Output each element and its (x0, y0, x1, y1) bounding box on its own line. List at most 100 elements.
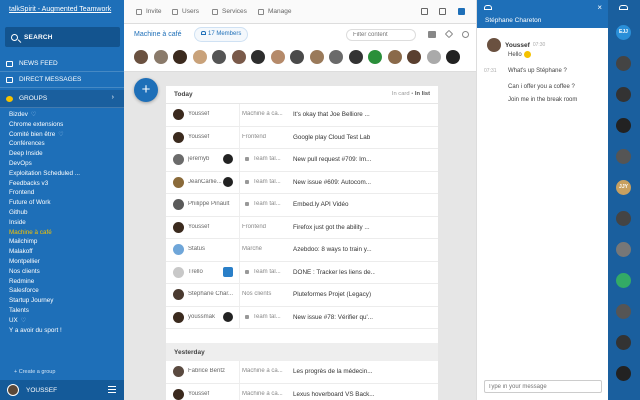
flag-icon[interactable] (458, 8, 465, 15)
member-avatar[interactable] (270, 50, 285, 64)
people-icon[interactable] (619, 5, 628, 10)
feed-row[interactable]: Youssef Frontend Firefox just got the abil… (166, 216, 438, 239)
member-avatar[interactable] (173, 50, 187, 64)
search-button[interactable]: SEARCH (5, 27, 120, 47)
view-switch[interactable]: In card • In list (392, 91, 430, 97)
feed-row[interactable]: Fabrice Bentz Machine à ca... Les progrès … (166, 361, 438, 384)
tag-icon[interactable] (444, 29, 454, 39)
feed-row[interactable]: Philippe Pinault Team tal... Embed.ly API … (166, 194, 438, 217)
group-item[interactable]: UX ♡ (0, 316, 124, 326)
feed-row[interactable]: Youssef Machine à ca... Lexus hoverboard V… (166, 383, 438, 400)
app-title[interactable]: talkSpirit - Augmented Teamwork (9, 6, 111, 13)
member-avatar[interactable] (407, 50, 421, 64)
contact-avatar[interactable] (616, 366, 631, 381)
create-group-link[interactable]: + Create a group (14, 369, 55, 375)
member-avatar[interactable] (192, 50, 207, 64)
feed-row[interactable]: JeanCarlie... Team tal... New issue #609: … (166, 171, 438, 194)
group-item[interactable]: Machine à café (0, 228, 124, 238)
feed-row[interactable]: Status Marché Azebdoo: 8 ways to train y..… (166, 239, 438, 262)
group-item[interactable]: Frontend (0, 188, 124, 198)
chat-contact-name: Stéphane Chareton (485, 17, 542, 24)
view-card-option[interactable]: In card (392, 91, 410, 97)
folder-icon[interactable] (428, 31, 436, 38)
member-avatar[interactable] (387, 50, 402, 64)
nav-direct-messages[interactable]: DIRECT MESSAGES (0, 72, 124, 88)
nav-news-feed[interactable]: NEWS FEED (0, 56, 124, 72)
lock-icon (245, 269, 249, 274)
group-item-label: Inside (9, 218, 26, 226)
feed-row[interactable]: youssmak Team tal... New issue #78: Vérifi… (166, 306, 438, 329)
heart-icon: ♡ (58, 131, 64, 138)
member-avatar[interactable] (134, 50, 148, 64)
current-user[interactable]: YOUSSEF (0, 380, 124, 400)
settings-sliders-icon[interactable] (108, 386, 116, 393)
member-avatar[interactable] (329, 50, 343, 64)
member-avatar[interactable] (231, 50, 246, 64)
group-item[interactable]: Nos clients (0, 267, 124, 277)
feed-row[interactable]: Trello Team tal... DONE : Tracker les lien… (166, 261, 438, 284)
members-button[interactable]: 17 Members (194, 27, 249, 42)
member-avatar[interactable] (348, 50, 363, 64)
member-avatar[interactable] (426, 50, 441, 64)
group-item[interactable]: Future of Work (0, 198, 124, 208)
contact-avatar[interactable]: JJY (616, 180, 631, 195)
member-avatar[interactable] (368, 50, 382, 64)
contact-avatar[interactable] (616, 56, 631, 71)
contact-avatar[interactable] (616, 149, 631, 164)
contact-avatar[interactable] (616, 118, 631, 133)
group-item[interactable]: Conférences (0, 139, 124, 149)
group-item[interactable]: Github (0, 208, 124, 218)
calendar-icon[interactable] (439, 8, 446, 15)
contact-avatar[interactable] (616, 87, 631, 102)
view-list-option[interactable]: In list (415, 91, 430, 97)
services-button[interactable]: Services (212, 8, 247, 15)
users-button[interactable]: Users (172, 8, 199, 15)
member-avatar[interactable] (309, 50, 324, 64)
contact-avatar[interactable] (616, 335, 631, 350)
member-avatar[interactable] (251, 50, 265, 64)
feed-row[interactable]: Stéphane Char... Nos clients Pluteformes P… (166, 284, 438, 307)
group-item[interactable]: Bizdev ♡ (0, 110, 124, 120)
group-item[interactable]: Malakoff (0, 247, 124, 257)
group-item[interactable]: Salesforce (0, 286, 124, 296)
contact-avatar[interactable] (616, 211, 631, 226)
search-label: SEARCH (24, 33, 53, 41)
group-item[interactable]: Redmine (0, 277, 124, 287)
group-item[interactable]: Feedbacks v3 (0, 179, 124, 189)
invite-button[interactable]: Invite (136, 8, 162, 15)
feed-row[interactable]: Youssef Frontend Google play Cloud Test La… (166, 126, 438, 149)
contact-avatar[interactable] (616, 242, 631, 257)
group-item[interactable]: Inside (0, 218, 124, 228)
feed-row[interactable]: jeremyb Team tal... New pull request #709:… (166, 149, 438, 172)
group-item[interactable]: Montpellier (0, 257, 124, 267)
contact-avatar[interactable]: EJJ (616, 25, 631, 40)
group-item[interactable]: Y a avoir du sport ! (0, 326, 124, 336)
author-name: Fabrice Bentz (188, 368, 226, 374)
message-input[interactable] (484, 380, 602, 393)
member-avatar[interactable] (446, 50, 460, 64)
group-item[interactable]: Deep Inside (0, 149, 124, 159)
member-avatar[interactable] (290, 50, 304, 64)
group-item[interactable]: Mailchimp (0, 237, 124, 247)
nav-groups[interactable]: GROUPS › (0, 90, 124, 108)
contact-avatar[interactable] (616, 273, 631, 288)
group-header: Machine à café 17 Members (124, 24, 476, 46)
group-item[interactable]: Exploitation Scheduled ... (0, 169, 124, 179)
group-item[interactable]: Startup Journey (0, 296, 124, 306)
group-item-label: Future of Work (9, 199, 51, 207)
search-icon (11, 33, 18, 41)
contact-avatar[interactable] (616, 304, 631, 319)
bell-icon[interactable] (421, 8, 428, 15)
close-icon[interactable]: × (597, 3, 602, 12)
group-item[interactable]: DevOps (0, 159, 124, 169)
group-item[interactable]: Talents (0, 306, 124, 316)
gear-icon[interactable] (462, 31, 469, 38)
filter-input[interactable] (346, 29, 416, 41)
group-item[interactable]: Chrome extensions (0, 120, 124, 130)
group-item[interactable]: Comité bien être ♡ (0, 130, 124, 140)
add-post-button[interactable]: + (134, 78, 158, 102)
member-avatar[interactable] (153, 50, 168, 64)
member-avatar[interactable] (212, 50, 226, 64)
manage-button[interactable]: Manage (258, 8, 292, 15)
feed-row[interactable]: Youssef Machine à ca... It's okay that Joe… (166, 104, 438, 127)
